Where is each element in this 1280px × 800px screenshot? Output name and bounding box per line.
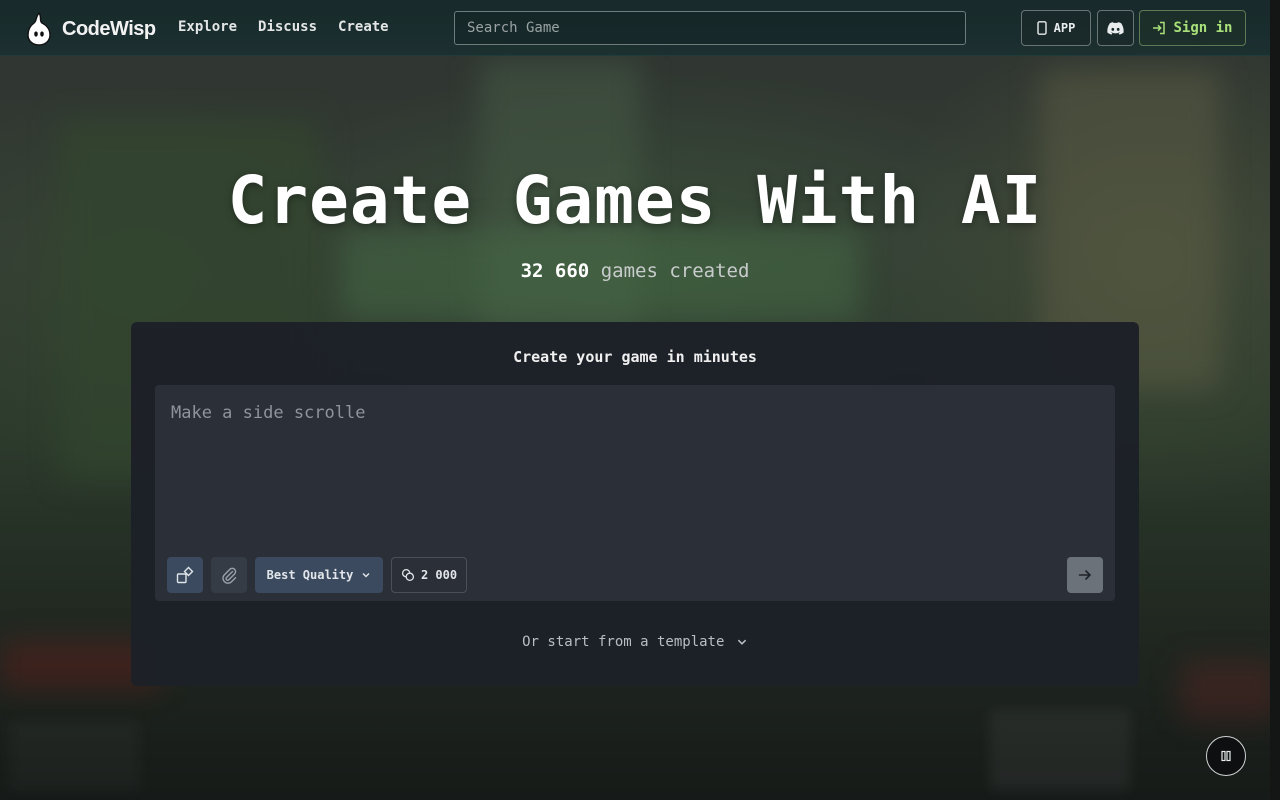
- games-count-suffix: games created: [600, 260, 750, 282]
- prompt-box: Best Quality 2 000: [155, 385, 1115, 601]
- brand-name: CodeWisp: [62, 17, 156, 40]
- app-button[interactable]: APP: [1021, 10, 1091, 46]
- template-toggle-label: Or start from a template: [522, 634, 725, 650]
- quality-select[interactable]: Best Quality: [255, 557, 383, 593]
- mode-button[interactable]: [167, 557, 203, 593]
- send-button[interactable]: [1067, 557, 1103, 593]
- brand-logo[interactable]: CodeWisp: [26, 12, 156, 46]
- app-button-label: APP: [1053, 21, 1076, 35]
- games-count: 32 660: [520, 260, 590, 282]
- create-game-card: Create your game in minutes Best Quality: [131, 322, 1139, 686]
- sign-in-icon: [1153, 21, 1166, 35]
- main-nav: Explore Discuss Create: [178, 19, 389, 35]
- discord-button[interactable]: [1097, 10, 1134, 46]
- quality-select-label: Best Quality: [266, 568, 354, 582]
- coins-icon: [401, 568, 414, 582]
- credits-value: 2 000: [420, 568, 458, 582]
- credits-badge[interactable]: 2 000: [391, 557, 467, 593]
- hero-title: Create Games With AI: [227, 162, 1043, 239]
- paperclip-icon: [222, 567, 237, 584]
- pause-icon: [1221, 750, 1231, 762]
- card-title: Create your game in minutes: [513, 348, 757, 366]
- shapes-icon: [176, 566, 194, 584]
- arrow-right-icon: [1078, 570, 1092, 580]
- top-navbar: CodeWisp Explore Discuss Create APP Sign…: [0, 0, 1270, 56]
- nav-discuss[interactable]: Discuss: [258, 19, 317, 35]
- wisp-ghost-icon: [27, 12, 51, 46]
- discord-icon: [1107, 21, 1124, 35]
- chevron-down-icon: [362, 573, 370, 578]
- sign-in-label: Sign in: [1173, 20, 1233, 36]
- game-prompt-input[interactable]: [155, 385, 1115, 545]
- nav-create[interactable]: Create: [338, 19, 389, 35]
- sign-in-button[interactable]: Sign in: [1139, 10, 1246, 46]
- chevron-down-icon: [737, 639, 747, 645]
- games-created-counter: 32 660 games created: [0, 260, 1270, 282]
- nav-explore[interactable]: Explore: [178, 19, 237, 35]
- pause-button[interactable]: [1206, 736, 1246, 776]
- phone-icon: [1036, 21, 1047, 35]
- template-toggle[interactable]: Or start from a template: [131, 634, 1139, 650]
- attach-button[interactable]: [211, 557, 247, 593]
- search-input[interactable]: [454, 11, 966, 45]
